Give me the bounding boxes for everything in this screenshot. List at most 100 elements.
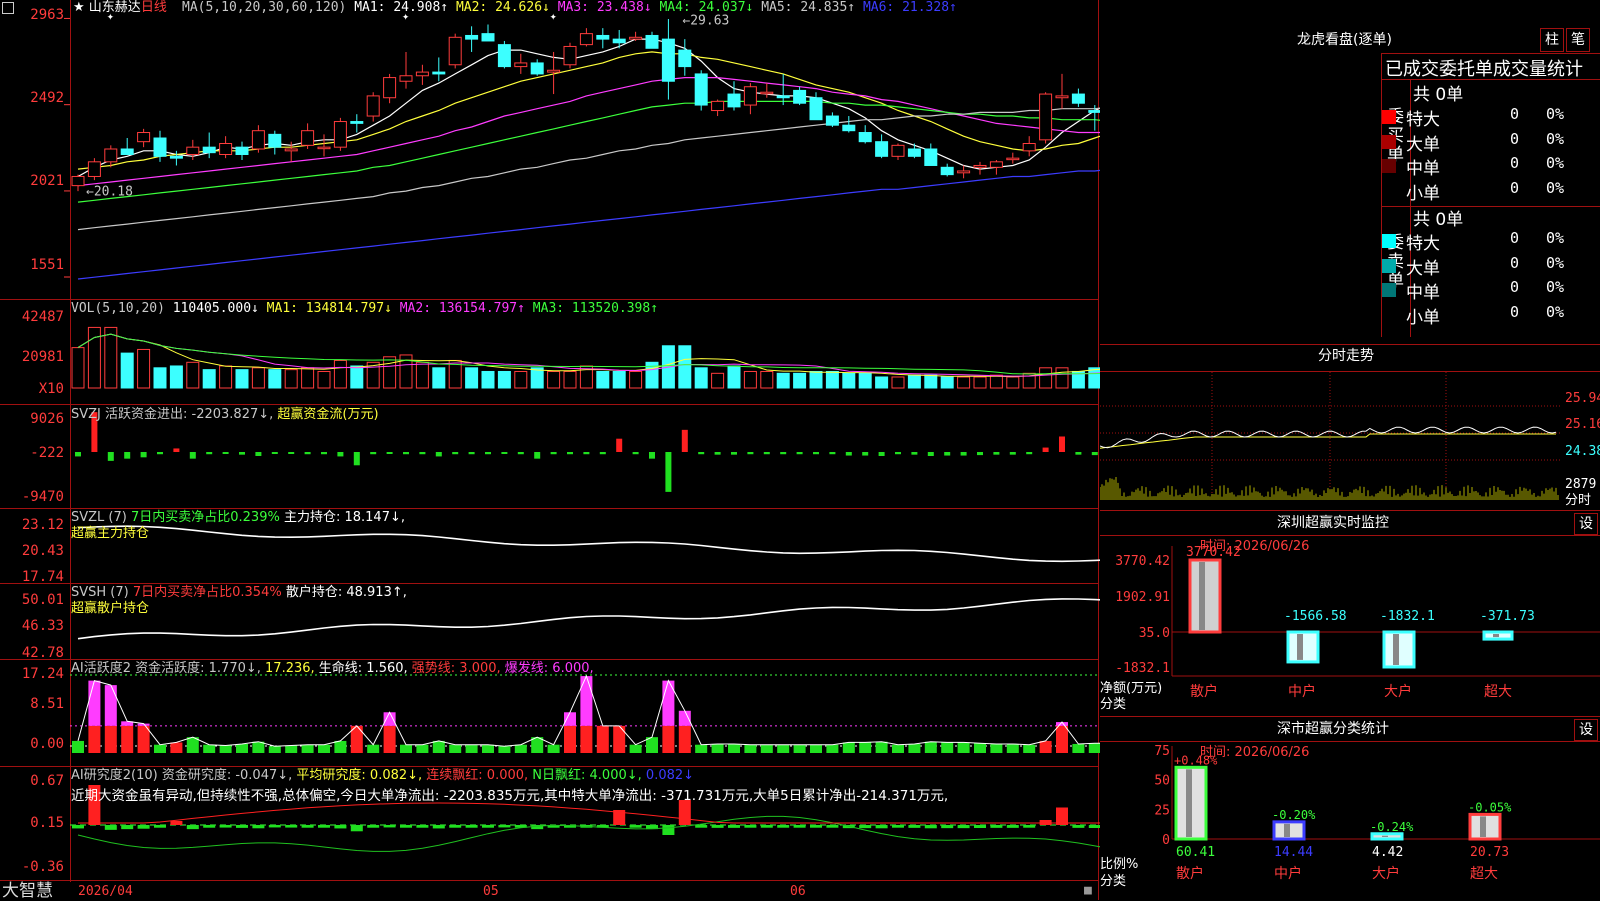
activity-bar	[121, 725, 134, 753]
activity-bar	[547, 744, 560, 753]
vol-legend-item: VOL(5,10,20)	[71, 301, 173, 316]
order-table-title: 已成交委托单成交量统计	[1385, 59, 1583, 80]
sz-bar-shade	[1199, 562, 1205, 630]
candle-body	[301, 130, 315, 146]
price-y-tick: 2021	[30, 173, 64, 189]
intraday-chart[interactable]	[1100, 372, 1600, 510]
activity-bar	[383, 725, 396, 753]
flow-bar	[1026, 452, 1033, 455]
activity-bar	[1072, 743, 1085, 753]
sz-monitor-settings-button[interactable]: 设	[1574, 513, 1598, 535]
flow-bar	[731, 452, 737, 455]
volume-bar	[875, 376, 889, 389]
lock-icon[interactable]: ■	[1084, 884, 1092, 898]
activity-bar	[629, 744, 642, 753]
candle-body	[645, 34, 659, 49]
activity-bar	[1023, 744, 1036, 753]
volume-bar	[284, 369, 298, 389]
candlestick-chart[interactable]: ←29.63←20.18✦ ✦ ✦	[0, 0, 1100, 300]
svsh-subtitle: 超赢散户持仓	[71, 601, 150, 616]
activity-bar	[793, 744, 806, 753]
ai2-legend-item: N日飘红: 4.000↓,	[532, 768, 646, 783]
activity-bar	[1039, 740, 1052, 753]
low-price-marker: ←20.18	[86, 184, 133, 199]
ma-line-ma6	[77, 169, 1100, 280]
candle-body	[776, 95, 790, 99]
order-type-label: 大单	[1406, 134, 1440, 155]
cls-settings-button[interactable]: 设	[1574, 719, 1598, 741]
volume-bar	[481, 370, 495, 389]
ai1-y-tick: 8.51	[30, 696, 64, 712]
ma-legend-item: MA6: 21.328↑	[862, 0, 957, 15]
svsh-legend-item: 散户持仓: 48.913↑,	[285, 585, 407, 600]
flow-bar	[386, 452, 393, 454]
candle-body	[907, 148, 921, 157]
chart-area[interactable]: ←29.63 ←20.18 ✦ ✦ ✦ ★ 山东赫达日线 MA(5,10,20,30,6…	[0, 0, 1100, 900]
volume-bar	[350, 365, 364, 389]
ai2-legend-item: AI研究度2(10) 资金研究度: -0.047↓,	[71, 768, 297, 783]
tick-mode-button[interactable]: 笔	[1566, 28, 1590, 52]
svzj-legend-item: SVZJ 活跃资金进出: -2203.827↓,	[71, 407, 278, 422]
activity-bar	[580, 725, 593, 753]
candle-body	[153, 137, 167, 157]
candle-body	[678, 49, 692, 68]
research-bar	[662, 825, 675, 835]
bar-mode-button[interactable]: 柱	[1540, 28, 1564, 52]
activity-bar	[236, 743, 248, 753]
cls-xlabel: 分类	[1100, 874, 1127, 889]
sz-y-tick: 1902.91	[1115, 590, 1170, 605]
stock-name: 山东赫达	[88, 0, 141, 15]
candle-body	[137, 132, 151, 143]
research-bar	[252, 825, 265, 829]
sz-monitor-title: 深圳超赢实时监控	[1277, 515, 1389, 531]
ma-legend-item: MA(5,10,20,30,60,120)	[182, 0, 355, 15]
activity-bar	[137, 725, 150, 753]
vol-legend-item: MA1: 134814.797↓	[266, 301, 400, 316]
candle-body	[727, 93, 741, 108]
candle-body	[547, 69, 561, 73]
x-label-2: 06	[790, 884, 806, 899]
volume-bar	[186, 361, 200, 389]
activity-bar	[514, 744, 527, 753]
activity-bar	[1088, 743, 1100, 753]
volume-bar	[940, 376, 954, 389]
research-bar	[760, 825, 773, 828]
candle-body	[219, 143, 233, 155]
main-position-line	[77, 525, 1100, 563]
cls-change-label: -0.24%	[1370, 820, 1414, 834]
research-bar	[990, 825, 1003, 828]
activity-bar	[88, 725, 101, 753]
period-label[interactable]: 日线	[141, 0, 167, 15]
sz-xlabel: 分类	[1100, 697, 1127, 712]
svsh-y-tick: 50.01	[21, 592, 64, 608]
flow-bar	[222, 452, 229, 454]
activity-bar	[957, 742, 970, 753]
volume-y-tick: 20981	[21, 349, 64, 365]
sz-monitor-chart[interactable]: 3770.421902.9135.0-1832.13770.42散户-1566.…	[1100, 536, 1600, 714]
candle-body	[760, 91, 774, 95]
svzj-y-tick: 9026	[30, 411, 64, 427]
activity-bar	[334, 740, 347, 753]
candle-body	[1006, 157, 1020, 161]
ai-research-chart[interactable]	[0, 767, 1100, 880]
cls-category-label: 中户	[1274, 865, 1302, 882]
volume-bar	[514, 370, 528, 389]
favorite-star-icon[interactable]: ★	[73, 0, 85, 15]
research-bar	[974, 825, 986, 828]
flow-bar	[239, 452, 245, 455]
volume-bar	[169, 365, 183, 389]
activity-bar	[219, 745, 232, 753]
sz-bar-shade	[1493, 634, 1499, 638]
cls-ylabel: 比例%	[1100, 857, 1139, 872]
research-bar	[859, 825, 872, 829]
cls-chart[interactable]: 7550250+0.48%60.41散户-0.20%14.44中户-0.24%4…	[1100, 742, 1600, 900]
order-count: 0	[1510, 278, 1520, 296]
flow-bar	[993, 452, 1000, 455]
research-bar	[121, 825, 134, 830]
candle-body	[973, 164, 987, 168]
flow-bar	[370, 452, 377, 455]
flow-bar	[763, 452, 770, 455]
flow-bar	[599, 452, 606, 455]
activity-bar	[367, 744, 380, 753]
sz-y-tick: 35.0	[1139, 626, 1170, 641]
